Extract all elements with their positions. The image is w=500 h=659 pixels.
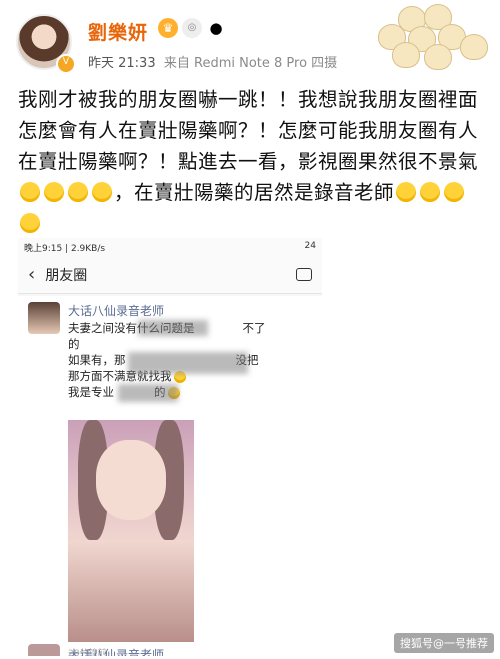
next-poster-avatar: [28, 644, 60, 656]
watermark: 搜狐号@一号推荐: [394, 633, 494, 653]
camera-icon: [296, 268, 312, 281]
crying-laugh-emoji-icon: [44, 182, 64, 202]
status-time: 晚上9:15 | 2.9KB/s: [24, 244, 106, 254]
moments-post: 大话八仙录音老师 夫妻之间没有什么问题是不了 的 如果有，那没把 那方面不满意就…: [18, 296, 322, 656]
poster-name: 大话八仙录音老师: [68, 304, 165, 318]
post-header: V 劉樂妍 ♛ ◎ ● 昨天 21:33 来自 Redmi Note 8 Pro…: [0, 0, 500, 80]
post-text-part1: 我刚才被我的朋友圈嚇一跳！！我想說我朋友圈裡面怎麼會有人在賣壯陽藥啊？！怎麼可能…: [18, 88, 479, 173]
poster-avatar: [28, 302, 60, 334]
post-source: 来自 Redmi Note 8 Pro 四摄: [163, 56, 338, 71]
moments-line: 不了: [242, 321, 266, 335]
crying-laugh-emoji-icon: [420, 182, 441, 202]
panda-icon: ●: [206, 18, 226, 38]
moments-line: 我是专业: [68, 385, 114, 399]
crying-laugh-emoji-icon: [396, 182, 417, 202]
crying-laugh-emoji-icon: [92, 182, 112, 202]
moments-nav-bar: ‹ 朋友圈: [18, 256, 322, 294]
crying-laugh-emoji-icon: [444, 182, 465, 202]
moments-line: 如果有，那: [68, 353, 126, 367]
attached-screenshot-image[interactable]: 晚上9:15 | 2.9KB/s 24 ‹ 朋友圈 大话八仙录音老师 夫妻之间没…: [18, 238, 322, 656]
post-text: 我刚才被我的朋友圈嚇一跳！！我想說我朋友圈裡面怎麼會有人在賣壯陽藥啊？！怎麼可能…: [18, 84, 486, 239]
next-poster-name: 大话八仙录音老师: [68, 648, 165, 656]
phone-status-bar: 晚上9:15 | 2.9KB/s 24: [18, 238, 322, 256]
post-text-part2: ，在賣壯陽藥的居然是錄音老師: [114, 181, 395, 204]
crying-laugh-emoji-icon: [20, 182, 40, 202]
post-meta: 昨天 21:33 来自 Redmi Note 8 Pro 四摄: [88, 52, 337, 71]
crying-laugh-emoji-icon: [20, 213, 40, 233]
moments-line: 的: [68, 337, 80, 351]
vip-crown-icon: ♛: [158, 18, 178, 38]
redaction-scribble: [118, 384, 178, 402]
battery-level: 24: [304, 241, 316, 251]
username[interactable]: 劉樂妍: [88, 18, 148, 45]
level-badge-icon: ◎: [182, 18, 202, 38]
back-arrow-icon: ‹: [28, 264, 36, 285]
decorative-sticker-icon: [368, 4, 488, 70]
post-time: 昨天 21:33: [88, 56, 156, 71]
moments-title: 朋友圈: [45, 267, 88, 284]
redaction-scribble: [138, 320, 208, 336]
verified-badge-icon: V: [56, 54, 76, 74]
moments-photo: [68, 420, 194, 642]
crying-laugh-emoji-icon: [68, 182, 88, 202]
redaction-scribble: [128, 352, 248, 374]
user-badges: ♛ ◎ ●: [158, 18, 226, 38]
